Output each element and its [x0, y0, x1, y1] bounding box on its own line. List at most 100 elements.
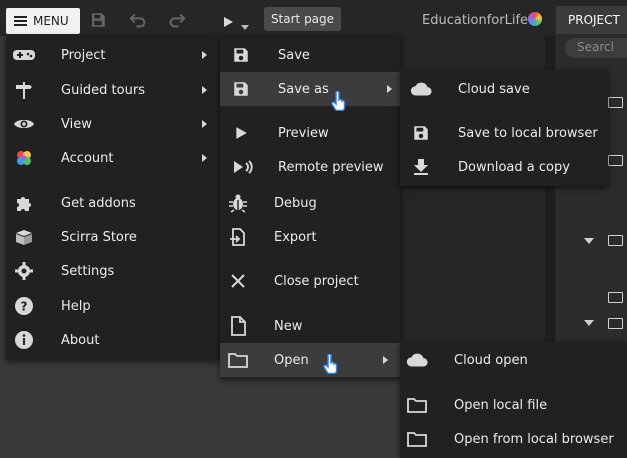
- menu-item-open[interactable]: Open: [220, 343, 400, 377]
- app-brand-name: EducationforLife: [422, 13, 529, 28]
- folder-icon[interactable]: [608, 155, 623, 166]
- open-submenu: Cloud open Open local file Open from loc…: [400, 342, 627, 458]
- menu-item-label: Preview: [278, 125, 329, 141]
- menu-item-export[interactable]: Export: [220, 220, 400, 254]
- brand-logo-icon: [528, 12, 542, 26]
- eye-icon: [12, 112, 36, 136]
- chevron-right-icon: [383, 356, 388, 364]
- menu-item-label: Open from local browser: [454, 431, 614, 447]
- project-search-input[interactable]: Searcl: [565, 38, 627, 58]
- menu-item-guided-tours[interactable]: Guided tours: [6, 73, 220, 107]
- menu-item-label: Debug: [274, 195, 317, 211]
- hand-cursor-icon: [322, 353, 340, 375]
- signpost-icon: [12, 78, 36, 102]
- chevron-right-icon: [202, 51, 207, 59]
- menu-item-scirra-store[interactable]: Scirra Store: [6, 220, 220, 254]
- folder-icon: [405, 427, 429, 451]
- folder-icon[interactable]: [608, 97, 623, 108]
- menu-item-label: Remote preview: [278, 159, 384, 175]
- preview-play-icon[interactable]: [222, 13, 234, 32]
- menu-item-label: Help: [61, 298, 91, 314]
- main-menu-button-label: MENU: [33, 14, 69, 28]
- svg-text:?: ?: [21, 300, 28, 314]
- expand-arrow-icon[interactable]: [584, 320, 594, 326]
- menu-item-label: Save to local browser: [458, 125, 598, 141]
- menu-item-label: About: [61, 332, 100, 348]
- folder-icon[interactable]: [608, 235, 623, 246]
- undo-icon[interactable]: [128, 12, 148, 32]
- account-logo-icon: [12, 146, 36, 170]
- menu-item-open-local-file[interactable]: Open local file: [400, 388, 627, 422]
- puzzle-icon: [12, 191, 36, 215]
- export-icon: [226, 225, 250, 249]
- cloud-icon: [405, 348, 429, 372]
- info-icon: [12, 328, 36, 352]
- tab-project[interactable]: PROJECT: [556, 6, 627, 34]
- menu-item-label: View: [61, 116, 92, 132]
- menu-item-cloud-open[interactable]: Cloud open: [400, 343, 627, 377]
- menu-item-get-addons[interactable]: Get addons: [6, 186, 220, 220]
- menu-item-help[interactable]: ? Help: [6, 289, 220, 323]
- menu-item-label: Save: [278, 47, 310, 63]
- menu-item-download-copy[interactable]: Download a copy: [400, 150, 608, 184]
- menu-item-label: New: [274, 318, 303, 334]
- save-icon: [229, 43, 253, 67]
- menu-item-close-project[interactable]: Close project: [220, 264, 400, 298]
- menu-item-open-local-browser[interactable]: Open from local browser: [400, 422, 627, 456]
- close-icon: [226, 269, 250, 293]
- project-submenu: Save Save as Preview Remote preview Debu…: [220, 36, 400, 378]
- menu-item-label: Download a copy: [458, 159, 570, 175]
- save-icon[interactable]: [89, 11, 107, 33]
- hand-cursor-icon: [330, 90, 348, 112]
- menu-item-project[interactable]: Project: [6, 38, 220, 72]
- new-file-icon: [226, 314, 250, 338]
- folder-icon: [405, 393, 429, 417]
- folder-icon[interactable]: [608, 292, 623, 303]
- chevron-right-icon: [202, 120, 207, 128]
- chevron-right-icon: [202, 86, 207, 94]
- menu-item-label: Scirra Store: [61, 229, 137, 245]
- menu-item-label: Open local file: [454, 397, 548, 413]
- menu-item-save[interactable]: Save: [220, 38, 400, 72]
- save-icon: [409, 121, 433, 145]
- menu-item-save-as[interactable]: Save as: [220, 72, 400, 106]
- bug-icon: [226, 191, 250, 215]
- store-box-icon: [12, 225, 36, 249]
- menu-item-label: Settings: [61, 263, 115, 279]
- save-as-submenu: Cloud save Save to local browser Downloa…: [400, 70, 608, 186]
- chevron-down-icon[interactable]: [241, 16, 249, 35]
- menu-item-label: Account: [61, 150, 114, 166]
- gear-icon: [12, 259, 36, 283]
- chevron-right-icon: [387, 85, 392, 93]
- menu-item-cloud-save[interactable]: Cloud save: [400, 72, 608, 106]
- menu-item-label: Export: [274, 229, 317, 245]
- menu-item-label: Project: [61, 47, 106, 63]
- menu-item-debug[interactable]: Debug: [220, 186, 400, 220]
- menu-item-preview[interactable]: Preview: [220, 116, 400, 150]
- menu-item-view[interactable]: View: [6, 107, 220, 141]
- menu-item-about[interactable]: About: [6, 323, 220, 357]
- help-icon: ?: [12, 294, 36, 318]
- download-icon: [409, 155, 433, 179]
- menu-item-account[interactable]: Account: [6, 141, 220, 175]
- menu-item-label: Cloud open: [454, 352, 528, 368]
- chevron-right-icon: [202, 154, 207, 162]
- menu-item-settings[interactable]: Settings: [6, 254, 220, 288]
- main-menu-button[interactable]: MENU: [6, 8, 80, 34]
- menu-item-label: Cloud save: [458, 81, 530, 97]
- expand-arrow-icon[interactable]: [584, 238, 594, 244]
- play-icon: [229, 121, 253, 145]
- menu-item-label: Save as: [278, 81, 329, 97]
- menu-item-remote-preview[interactable]: Remote preview: [220, 150, 400, 184]
- menu-item-label: Guided tours: [61, 82, 145, 98]
- menu-item-save-local-browser[interactable]: Save to local browser: [400, 116, 608, 150]
- save-as-icon: [229, 77, 253, 101]
- hamburger-icon: [14, 16, 27, 26]
- folder-icon[interactable]: [608, 318, 623, 329]
- main-menu: Project Guided tours View Account Get ad…: [6, 36, 220, 360]
- cloud-icon: [409, 77, 433, 101]
- tab-start-page[interactable]: Start page: [264, 7, 341, 31]
- menu-item-label: Get addons: [61, 195, 136, 211]
- menu-item-new[interactable]: New: [220, 309, 400, 343]
- redo-icon[interactable]: [167, 12, 187, 32]
